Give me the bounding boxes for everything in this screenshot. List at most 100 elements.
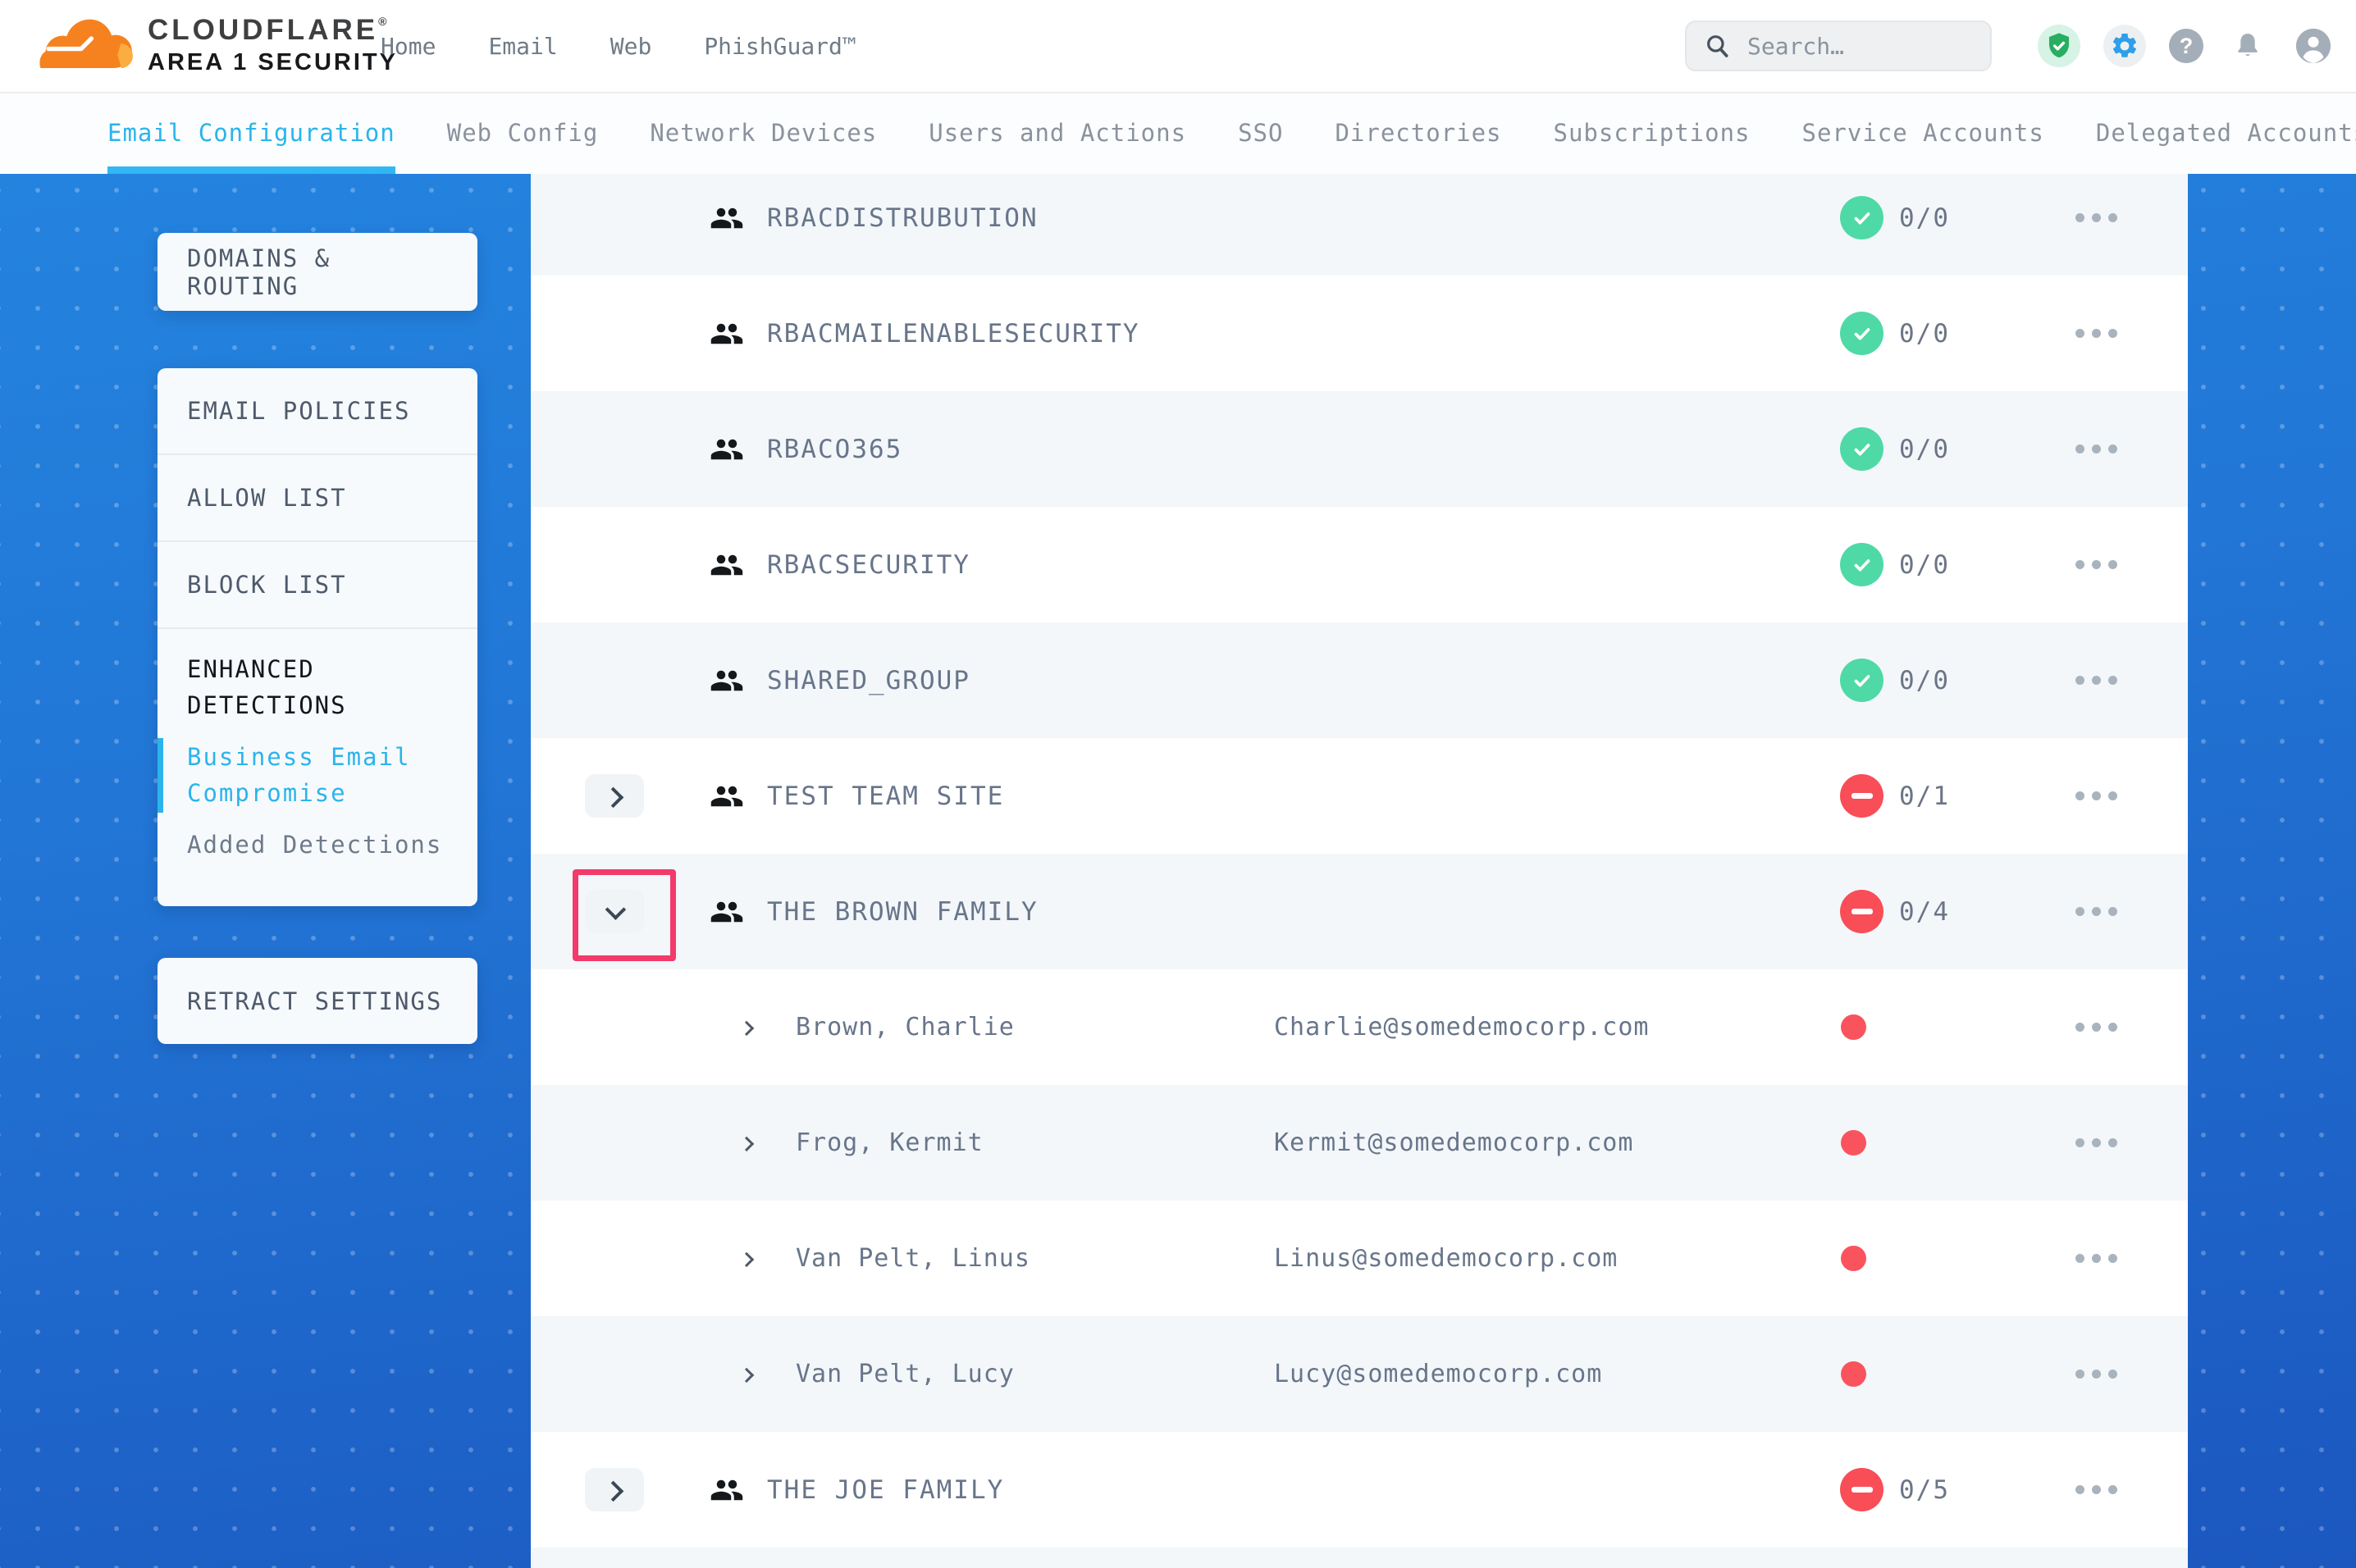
top-bar: CLOUDFLARE® AREA 1 SECURITY Home Email Web… bbox=[0, 0, 2356, 92]
row-menu-ellipsis[interactable] bbox=[2075, 1201, 2117, 1316]
status-badge-check-icon bbox=[1840, 196, 1883, 239]
active-item-indicator bbox=[158, 738, 163, 813]
row-menu-ellipsis[interactable] bbox=[2075, 1316, 2117, 1432]
group-people-icon bbox=[710, 432, 744, 467]
row-menu-ellipsis[interactable] bbox=[2075, 1432, 2117, 1547]
tab-service-accounts[interactable]: Service Accounts bbox=[1802, 92, 2044, 174]
account-avatar-icon[interactable] bbox=[2292, 25, 2335, 67]
table-row-member-van-pelt-linus: Van Pelt, LinusLinus@somedemocorp.com bbox=[531, 1201, 2188, 1316]
group-count: 0/0 bbox=[1899, 507, 1950, 622]
table-row-partial bbox=[531, 1547, 2188, 1568]
top-nav: Home Email Web PhishGuard™ bbox=[381, 0, 856, 92]
search-input[interactable]: Search… bbox=[1685, 21, 1992, 71]
tab-directories[interactable]: Directories bbox=[1335, 92, 1501, 174]
group-name: RBACSECURITY bbox=[767, 507, 970, 622]
expander-button-the-brown-family[interactable] bbox=[585, 890, 644, 933]
app-root: CLOUDFLARE® AREA 1 SECURITY Home Email Web… bbox=[0, 0, 2356, 1568]
row-menu-ellipsis[interactable] bbox=[2075, 854, 2117, 969]
row-menu-ellipsis[interactable] bbox=[2075, 507, 2117, 622]
help-icon[interactable]: ? bbox=[2169, 29, 2203, 63]
table-row-member-van-pelt-lucy: Van Pelt, Lucy Lucy@somedemocorp.com bbox=[531, 1316, 2188, 1432]
group-count: 0/1 bbox=[1899, 738, 1950, 854]
brand-name: CLOUDFLARE bbox=[148, 14, 378, 46]
settings-gear-icon[interactable] bbox=[2103, 25, 2146, 67]
tab-web-config[interactable]: Web Config bbox=[447, 92, 599, 174]
top-nav-phishguard[interactable]: PhishGuard™ bbox=[704, 33, 856, 60]
tab-network-devices[interactable]: Network Devices bbox=[650, 92, 877, 174]
table-row-group-rbaco365: RBACO365 0/0 bbox=[531, 391, 2188, 507]
member-status-dot bbox=[1841, 1361, 1866, 1387]
shield-check-icon[interactable] bbox=[2038, 25, 2080, 67]
table-row-group-rbacsecurity: RBACSECURITY 0/0 bbox=[531, 507, 2188, 622]
group-count: 0/0 bbox=[1899, 174, 1950, 276]
group-people-icon bbox=[710, 548, 744, 582]
sidebar-item-added-detections[interactable]: Added Detections bbox=[158, 831, 477, 859]
table-row-group-shared-group: SHARED_GROUP0/0 bbox=[531, 622, 2188, 738]
table-row-group-the-brown-family: THE BROWN FAMILY0/4 bbox=[531, 854, 2188, 969]
sidebar-item-retract-settings[interactable]: RETRACT SETTINGS bbox=[158, 958, 477, 1044]
expander-button-the-joe-family[interactable] bbox=[585, 1468, 644, 1511]
notifications-bell-icon[interactable] bbox=[2226, 25, 2269, 67]
status-badge-check-icon bbox=[1840, 312, 1883, 355]
member-status-dot bbox=[1841, 1130, 1866, 1155]
group-name: RBACMAILENABLESECURITY bbox=[767, 276, 1140, 391]
member-chevron-right-icon[interactable] bbox=[742, 1316, 753, 1432]
top-nav-email[interactable]: Email bbox=[488, 33, 557, 60]
member-email: Linus@somedemocorp.com bbox=[1274, 1201, 1618, 1316]
member-email: Lucy@somedemocorp.com bbox=[1274, 1316, 1602, 1432]
group-people-icon bbox=[710, 201, 744, 235]
sidebar-item-domains-routing[interactable]: DOMAINS & ROUTING bbox=[158, 233, 477, 311]
member-status-dot bbox=[1841, 1246, 1866, 1271]
tab-subscriptions[interactable]: Subscriptions bbox=[1554, 92, 1751, 174]
group-count: 0/4 bbox=[1899, 854, 1950, 969]
group-people-icon bbox=[710, 1473, 744, 1507]
sidebar-item-email-policies[interactable]: EMAIL POLICIES bbox=[158, 368, 477, 455]
status-badge-minus-icon bbox=[1840, 890, 1883, 933]
group-name: RBACO365 bbox=[767, 391, 902, 507]
group-count: 0/0 bbox=[1899, 276, 1950, 391]
member-chevron-right-icon[interactable] bbox=[742, 969, 753, 1085]
member-chevron-right-icon[interactable] bbox=[742, 1201, 753, 1316]
top-nav-web[interactable]: Web bbox=[610, 33, 652, 60]
member-name: Frog, Kermit bbox=[796, 1085, 984, 1201]
status-badge-check-icon bbox=[1840, 427, 1883, 471]
status-badge-check-icon bbox=[1840, 543, 1883, 586]
sidebar-item-allow-list[interactable]: ALLOW LIST bbox=[158, 455, 477, 542]
row-menu-ellipsis[interactable] bbox=[2075, 738, 2117, 854]
group-people-icon bbox=[710, 895, 744, 929]
expander-button-test-team-site[interactable] bbox=[585, 774, 644, 818]
tab-users-and-actions[interactable]: Users and Actions bbox=[929, 92, 1186, 174]
member-email: Kermit@somedemocorp.com bbox=[1274, 1085, 1633, 1201]
group-count: 0/0 bbox=[1899, 391, 1950, 507]
tab-email-configuration[interactable]: Email Configuration bbox=[107, 92, 395, 174]
row-menu-ellipsis[interactable] bbox=[2075, 391, 2117, 507]
chevron-down-icon bbox=[605, 899, 626, 919]
cloudflare-logo[interactable]: CLOUDFLARE® AREA 1 SECURITY bbox=[39, 10, 398, 82]
row-menu-ellipsis[interactable] bbox=[2075, 1085, 2117, 1201]
chevron-right-icon bbox=[603, 786, 623, 807]
group-name: THE JOE FAMILY bbox=[767, 1432, 1004, 1547]
row-menu-ellipsis[interactable] bbox=[2075, 174, 2117, 276]
sidebar-item-block-list[interactable]: BLOCK LIST bbox=[158, 542, 477, 629]
member-name: Van Pelt, Lucy bbox=[796, 1316, 1015, 1432]
tab-delegated-accounts[interactable]: Delegated Accounts bbox=[2096, 92, 2356, 174]
groups-table-panel: RBACDISTRUBUTION0/0RBACMAILENABLESECURIT… bbox=[531, 174, 2188, 1568]
tab-sso[interactable]: SSO bbox=[1238, 92, 1283, 174]
status-badge-minus-icon bbox=[1840, 774, 1883, 818]
search-placeholder: Search… bbox=[1747, 33, 1844, 60]
group-name: TEST TEAM SITE bbox=[767, 738, 1004, 854]
sidebar-item-business-email-compromise[interactable]: Business Email Compromise bbox=[158, 736, 477, 814]
status-badge-check-icon bbox=[1840, 659, 1883, 702]
member-chevron-right-icon[interactable] bbox=[742, 1085, 753, 1201]
group-count: 0/5 bbox=[1899, 1432, 1950, 1547]
row-menu-ellipsis[interactable] bbox=[2075, 622, 2117, 738]
group-people-icon bbox=[710, 317, 744, 351]
table-row-member-frog-kermit: Frog, Kermit Kermit@somedemocorp.com bbox=[531, 1085, 2188, 1201]
row-menu-ellipsis[interactable] bbox=[2075, 276, 2117, 391]
group-name: SHARED_GROUP bbox=[767, 622, 970, 738]
group-people-icon bbox=[710, 663, 744, 698]
table-row-member-brown-charlie: Brown, CharlieCharlie@somedemocorp.com bbox=[531, 969, 2188, 1085]
top-nav-home[interactable]: Home bbox=[381, 33, 436, 60]
config-tab-bar: Email Configuration Web Config Network Dev… bbox=[0, 92, 2356, 174]
row-menu-ellipsis[interactable] bbox=[2075, 969, 2117, 1085]
